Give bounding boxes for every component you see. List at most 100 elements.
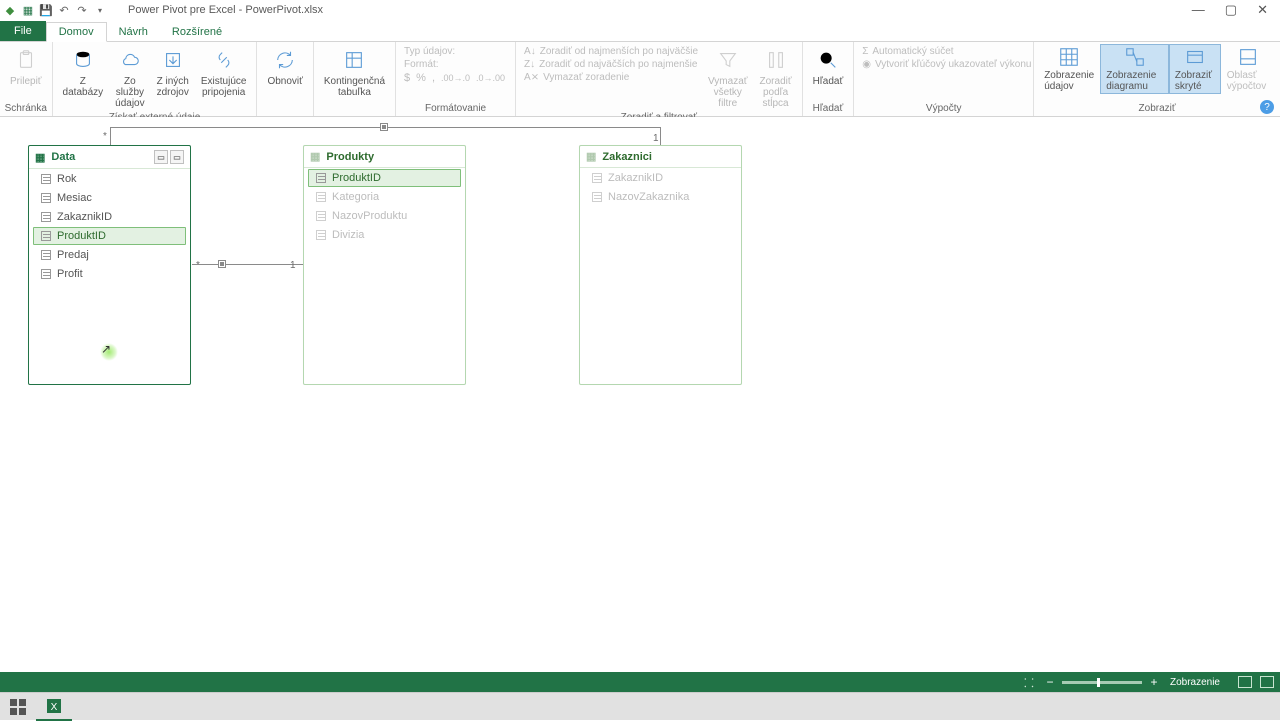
sort-asc-button: A↓Zoradiť od najmenších po najväčšie	[524, 46, 698, 57]
ribbon-group-vypocty: ΣAutomatický súčet ◉Vytvoriť kľúčový uka…	[854, 42, 1034, 116]
zoom-slider[interactable]	[1062, 681, 1142, 684]
tab-rozsirene[interactable]: Rozšírené	[160, 23, 234, 41]
save-icon[interactable]: 💾	[38, 2, 54, 18]
field-predaj[interactable]: Predaj	[33, 246, 186, 264]
field-nazovzakaznika[interactable]: NazovZakaznika	[584, 188, 737, 206]
cursor-highlight	[100, 343, 118, 361]
tab-domov[interactable]: Domov	[46, 22, 107, 42]
minimize-button[interactable]: —	[1192, 2, 1205, 18]
from-database-button[interactable]: Z databázy	[57, 44, 110, 100]
field-produktid[interactable]: ProduktID	[33, 227, 186, 245]
start-button[interactable]	[0, 693, 36, 721]
help-icon[interactable]: ?	[1260, 100, 1274, 114]
field-profit[interactable]: Profit	[33, 265, 186, 283]
datatype-label: Typ údajov:	[404, 46, 505, 57]
funnel-icon	[714, 46, 742, 74]
table-action-icon-1[interactable]: ▭	[154, 150, 168, 164]
diagram-view-button[interactable]: Zobrazenie diagramu	[1100, 44, 1169, 94]
svg-text:X: X	[51, 702, 58, 713]
table-icon: ▦	[310, 150, 320, 163]
grid-icon	[1056, 46, 1082, 68]
pivottable-button[interactable]: Kontingenčná tabuľka	[318, 44, 391, 100]
title-bar: ◆ ▦ 💾 ↶ ↷ ▾ Power Pivot pre Excel - Powe…	[0, 0, 1280, 20]
field-kategoria[interactable]: Kategoria	[308, 188, 461, 206]
paste-button: Prilepiť	[4, 44, 48, 89]
tab-navrh[interactable]: Návrh	[107, 23, 160, 41]
data-view-button[interactable]: Zobrazenie údajov	[1038, 44, 1100, 94]
quick-access-toolbar: ◆ ▦ 💾 ↶ ↷ ▾	[0, 2, 108, 18]
drag-handle-icon: ⸬	[1024, 674, 1034, 691]
show-hidden-button[interactable]: Zobraziť skryté	[1169, 44, 1221, 94]
diagram-canvas[interactable]: * 1 * 1 ▦ Data ▭▭ Rok Mesiac ZakaznikID …	[0, 117, 1280, 672]
qat-dropdown-icon[interactable]: ▾	[92, 2, 108, 18]
field-divizia[interactable]: Divizia	[308, 226, 461, 244]
redo-icon[interactable]: ↷	[74, 2, 90, 18]
zoom-thumb[interactable]	[1097, 678, 1100, 687]
ribbon-group-obnovit: Obnoviť	[257, 42, 313, 116]
relationship-line-down[interactable]	[660, 127, 661, 145]
taskbar: X	[0, 692, 1280, 720]
sort-asc-icon: A↓	[524, 46, 536, 57]
close-button[interactable]: ✕	[1257, 2, 1268, 18]
field-produktid[interactable]: ProduktID	[308, 169, 461, 187]
refresh-button[interactable]: Obnoviť	[261, 44, 308, 89]
sort-column-icon	[762, 46, 790, 74]
sigma-icon: Σ	[862, 46, 868, 57]
ribbon: Prilepiť Schránka Z databázy Zo služby ú…	[0, 42, 1280, 117]
zoom-out-button[interactable]: −	[1044, 676, 1056, 688]
ribbon-group-zoradit: A↓Zoradiť od najmenších po najväčšie Z↓Z…	[516, 42, 803, 116]
find-button[interactable]: Hľadať	[807, 44, 850, 89]
rel-one-marker-2: 1	[653, 133, 659, 144]
relationship-handle[interactable]	[219, 261, 225, 267]
currency-icon: $	[404, 72, 410, 84]
tab-file[interactable]: File	[0, 21, 46, 41]
diagram-view-icon[interactable]	[1260, 676, 1274, 688]
field-zakaznikid[interactable]: ZakaznikID	[33, 208, 186, 226]
relationship-handle-2[interactable]	[381, 124, 387, 130]
zoom-control[interactable]: − +	[1044, 676, 1160, 688]
ribbon-group-schranka: Prilepiť Schránka	[0, 42, 53, 116]
table-header[interactable]: ▦ Produkty	[304, 146, 465, 168]
taskbar-excel[interactable]: X	[36, 693, 72, 721]
cloud-icon	[116, 46, 144, 74]
ribbon-tabs: File Domov Návrh Rozšírené	[0, 20, 1280, 42]
rel-one-marker: 1	[290, 260, 296, 271]
find-icon	[814, 46, 842, 74]
ribbon-group-ziskat: Z databázy Zo služby údajov Z iných zdro…	[53, 42, 258, 116]
field-rok[interactable]: Rok	[33, 170, 186, 188]
table-header[interactable]: ▦ Data ▭▭	[29, 146, 190, 169]
table-header[interactable]: ▦ Zakaznici	[580, 146, 741, 168]
create-kpi-button: ◉Vytvoriť kľúčový ukazovateľ výkonu	[862, 59, 1031, 70]
relationship-line[interactable]	[192, 264, 304, 265]
existing-connections-button[interactable]: Existujúce pripojenia	[195, 44, 253, 100]
maximize-button[interactable]: ▢	[1225, 2, 1237, 18]
rel-many-marker: *	[196, 260, 200, 271]
zoom-in-button[interactable]: +	[1148, 676, 1160, 688]
table-produkty[interactable]: ▦ Produkty ProduktID Kategoria NazovProd…	[303, 145, 466, 385]
diagram-icon	[1122, 46, 1148, 68]
autosum-button: ΣAutomatický súčet	[862, 46, 1031, 57]
from-other-button[interactable]: Z iných zdrojov	[151, 44, 195, 100]
clear-sort-button: A⨯Vymazať zoradenie	[524, 72, 698, 83]
calc-area-button: Oblasť výpočtov	[1221, 44, 1276, 94]
ribbon-group-hladat: Hľadať Hľadať	[803, 42, 855, 116]
from-service-button[interactable]: Zo služby údajov	[109, 44, 150, 111]
field-zakaznikid[interactable]: ZakaznikID	[584, 169, 737, 187]
clear-filters-button: Vymazať všetky filtre	[702, 44, 754, 111]
relationship-line-vertical[interactable]	[110, 127, 111, 145]
table-zakaznici[interactable]: ▦ Zakaznici ZakaznikID NazovZakaznika	[579, 145, 742, 385]
format-label: Formát:	[404, 59, 505, 70]
import-icon	[159, 46, 187, 74]
hidden-icon	[1182, 46, 1208, 68]
field-mesiac[interactable]: Mesiac	[33, 189, 186, 207]
increase-decimal-icon: .00→.0	[441, 73, 470, 83]
pivottable-icon	[340, 46, 368, 74]
data-view-icon[interactable]	[1238, 676, 1252, 688]
table-action-icon-2[interactable]: ▭	[170, 150, 184, 164]
view-mode-label: Zobrazenie	[1170, 677, 1220, 688]
field-nazovproduktu[interactable]: NazovProduktu	[308, 207, 461, 225]
ribbon-group-zobrazit: Zobrazenie údajov Zobrazenie diagramu Zo…	[1034, 42, 1280, 116]
rel-many-marker-2: *	[103, 131, 107, 142]
undo-icon[interactable]: ↶	[56, 2, 72, 18]
view-switcher[interactable]	[1238, 676, 1274, 688]
